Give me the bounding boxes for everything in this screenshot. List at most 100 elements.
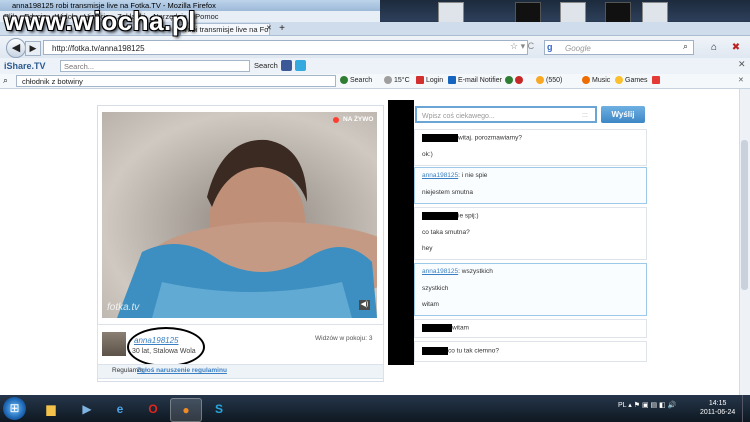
redacted-username xyxy=(422,134,458,142)
forward-arrow-icon: ▶ xyxy=(29,43,37,53)
message-text: ok:) xyxy=(422,151,433,158)
weather-widget[interactable]: 15°C xyxy=(384,75,410,87)
search-icon[interactable]: ⌕ xyxy=(683,41,688,52)
back-button[interactable]: ◀ xyxy=(6,38,26,58)
opera-icon: O xyxy=(148,402,158,416)
redacted-username xyxy=(422,324,452,332)
send-button[interactable]: Wyślij xyxy=(601,106,645,123)
games-button[interactable]: Games xyxy=(615,75,648,87)
ishare-search-input[interactable]: Search... xyxy=(60,60,250,72)
music-label: Music xyxy=(592,77,611,84)
taskbar-opera[interactable]: O xyxy=(138,398,168,420)
message-text: niejestem smutna xyxy=(422,189,473,196)
language-indicator[interactable]: PL xyxy=(618,402,626,409)
message-text: szystkich xyxy=(422,285,449,292)
chat-message: anna198125: i nie spie niejestem smutna xyxy=(414,167,647,204)
new-tab-button[interactable]: + xyxy=(275,23,289,34)
url-bar[interactable]: http://fotka.tv/anna198125 xyxy=(43,40,528,55)
flag-icon xyxy=(652,76,660,85)
toolbar-search-label: Search xyxy=(350,77,373,84)
redacted-username xyxy=(422,347,448,355)
start-button[interactable]: ⊞ xyxy=(3,397,26,420)
webcam-frame xyxy=(117,139,377,318)
message-text: hey xyxy=(422,245,433,252)
ishare-search-button[interactable]: Search xyxy=(254,60,278,72)
email-label: E-mail Notifier xyxy=(458,77,502,84)
weather-label: 15°C xyxy=(394,77,410,84)
toolbar-query-input[interactable]: chłodnik z botwiny xyxy=(16,75,336,87)
message-text: : i nie spie xyxy=(458,172,488,179)
windows-logo-icon: ⊞ xyxy=(9,401,20,415)
scrollbar-thumb[interactable] xyxy=(741,140,748,290)
toolbar-search-button[interactable]: Search xyxy=(340,75,372,87)
message-username[interactable]: anna198125 xyxy=(422,172,458,179)
annotation-circle xyxy=(127,327,205,367)
counter-label: (550) xyxy=(546,77,563,84)
chat-message: witam xyxy=(414,319,647,338)
fotka-watermark: fotka.tv xyxy=(107,302,140,313)
menu-item[interactable]: Pomoc xyxy=(195,12,218,21)
report-violation-link[interactable]: Zgłoś naruszenie regulaminu xyxy=(137,367,227,374)
counter-widget[interactable]: (550) xyxy=(536,75,562,87)
message-text: witaj. porozmawiamy? xyxy=(458,134,522,142)
chat-input[interactable]: Wpisz coś ciekawego... xyxy=(415,106,597,123)
taskbar-media[interactable]: ▶ xyxy=(72,398,102,420)
chat-message: ie spij:) co taka smutna? hey xyxy=(414,207,647,260)
email-icon xyxy=(448,76,456,85)
forward-button[interactable]: ▶ xyxy=(25,41,41,56)
social-icon xyxy=(505,76,513,85)
chat-message: witaj. porozmawiamy? ok:) xyxy=(414,129,647,166)
facebook-icon[interactable] xyxy=(281,60,292,71)
taskbar-firefox[interactable]: ● xyxy=(170,398,202,422)
email-notifier-button[interactable]: E-mail Notifier xyxy=(448,75,502,87)
show-desktop-button[interactable] xyxy=(742,395,750,422)
clock-date: 2011-06-24 xyxy=(700,409,736,416)
weather-icon xyxy=(384,76,392,85)
firefox-icon: ● xyxy=(182,403,190,417)
login-icon xyxy=(416,76,424,85)
music-button[interactable]: Music xyxy=(582,75,610,87)
taskbar-skype[interactable]: S xyxy=(204,398,234,420)
message-text: ie spij:) xyxy=(458,212,479,220)
clock-time: 14:15 xyxy=(708,400,727,407)
addon-icon[interactable]: ✖ xyxy=(728,40,744,55)
folder-icon: ▆ xyxy=(46,402,56,416)
search-icon: ⌕ xyxy=(3,75,9,85)
twitter-icon[interactable] xyxy=(295,60,306,71)
bookmark-star-icon[interactable]: ☆ ▾ C xyxy=(510,41,534,52)
clock[interactable]: 14:15 2011-06-24 xyxy=(700,399,735,417)
login-button[interactable]: Login xyxy=(416,75,443,87)
home-icon[interactable]: ⌂ xyxy=(706,40,722,55)
google-icon[interactable]: g xyxy=(547,42,557,52)
volume-icon[interactable]: ◀) xyxy=(359,300,370,310)
message-text: co tu tak ciemno? xyxy=(448,347,499,355)
system-tray[interactable]: PL ▴ ⚑ ▣ ▤ ◧ 🔊 xyxy=(618,401,676,409)
message-username[interactable]: anna198125 xyxy=(422,268,458,275)
taskbar-ie[interactable]: e xyxy=(105,398,135,420)
chat-message: anna198125: wszystkich szystkich witam xyxy=(414,263,647,316)
live-indicator-icon xyxy=(333,117,339,123)
search-input[interactable]: Google xyxy=(544,40,694,55)
close-tab-icon[interactable]: ✕ xyxy=(266,24,272,32)
close-toolbar-icon[interactable]: ✕ xyxy=(738,75,744,87)
tray-icons[interactable]: ▴ ⚑ ▣ ▤ ◧ 🔊 xyxy=(628,402,676,409)
music-icon xyxy=(582,76,590,85)
star-icon xyxy=(615,76,623,85)
back-arrow-icon: ◀ xyxy=(11,42,21,54)
message-text: witam xyxy=(452,324,469,332)
redaction-bar xyxy=(388,100,414,365)
message-text: witam xyxy=(422,301,439,308)
close-toolbar-icon[interactable]: ✕ xyxy=(738,59,749,70)
video-player[interactable] xyxy=(102,112,377,318)
social-icons[interactable] xyxy=(505,75,525,87)
viewer-count: Widzów w pokoju: 3 xyxy=(315,335,373,342)
taskbar-explorer[interactable]: ▆ xyxy=(36,398,66,420)
ishare-logo: iShare.TV xyxy=(4,61,46,71)
message-text: co taka smutna? xyxy=(422,229,470,236)
counter-icon xyxy=(536,76,544,85)
flag-icon[interactable] xyxy=(652,75,662,87)
resize-grip-icon: ::: xyxy=(582,112,588,119)
ie-icon: e xyxy=(116,402,124,416)
avatar[interactable] xyxy=(102,332,126,356)
chat-message: co tu tak ciemno? xyxy=(414,341,647,362)
